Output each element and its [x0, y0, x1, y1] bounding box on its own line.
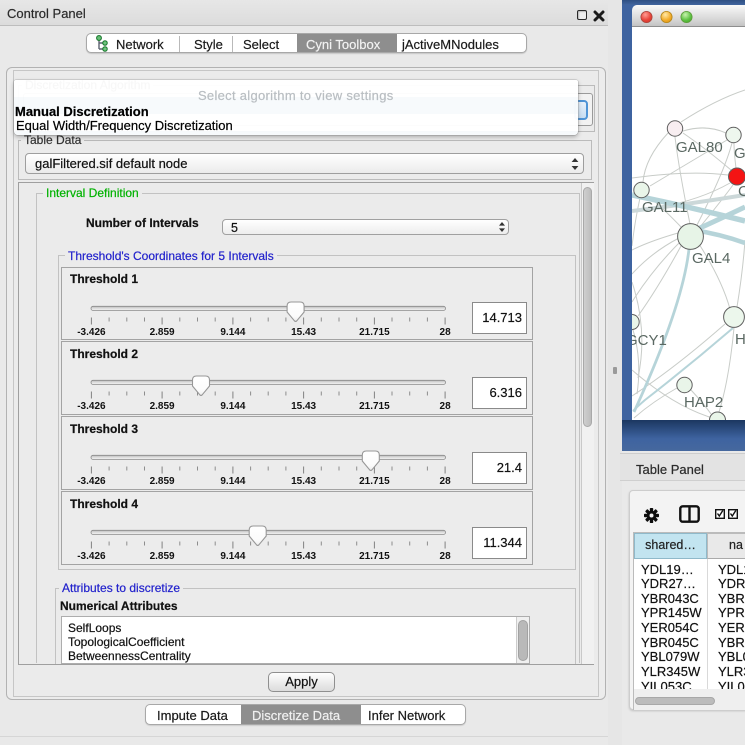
svg-text:21.715: 21.715 — [359, 401, 390, 412]
svg-text:2.859: 2.859 — [150, 476, 175, 487]
svg-text:G.: G. — [734, 145, 745, 162]
svg-text:28: 28 — [440, 551, 452, 562]
svg-text:2.859: 2.859 — [150, 551, 175, 562]
svg-text:GAL80: GAL80 — [676, 139, 723, 156]
svg-text:9.144: 9.144 — [220, 327, 245, 338]
svg-text:H: H — [735, 331, 745, 348]
svg-text:21.715: 21.715 — [359, 551, 390, 562]
svg-text:15.43: 15.43 — [291, 476, 316, 487]
svg-text:2.859: 2.859 — [150, 327, 175, 338]
svg-text:15.43: 15.43 — [291, 401, 316, 412]
svg-text:9.144: 9.144 — [220, 476, 245, 487]
svg-text:-3.426: -3.426 — [77, 476, 106, 487]
svg-text:-3.426: -3.426 — [77, 401, 106, 412]
svg-text:HAP2: HAP2 — [684, 394, 723, 411]
svg-text:21.715: 21.715 — [359, 327, 390, 338]
svg-text:15.43: 15.43 — [291, 551, 316, 562]
svg-text:-3.426: -3.426 — [77, 327, 106, 338]
svg-text:28: 28 — [440, 401, 452, 412]
svg-text:28: 28 — [440, 476, 452, 487]
svg-text:GAL4: GAL4 — [692, 250, 730, 267]
svg-text:9.144: 9.144 — [220, 401, 245, 412]
svg-text:2.859: 2.859 — [150, 401, 175, 412]
svg-text:9.144: 9.144 — [220, 551, 245, 562]
svg-text:GCY1: GCY1 — [632, 332, 667, 349]
svg-text:28: 28 — [440, 327, 452, 338]
svg-text:C: C — [738, 183, 745, 200]
svg-text:-3.426: -3.426 — [77, 551, 106, 562]
svg-text:GAL11: GAL11 — [642, 199, 688, 216]
svg-text:15.43: 15.43 — [291, 327, 316, 338]
svg-text:21.715: 21.715 — [359, 476, 390, 487]
